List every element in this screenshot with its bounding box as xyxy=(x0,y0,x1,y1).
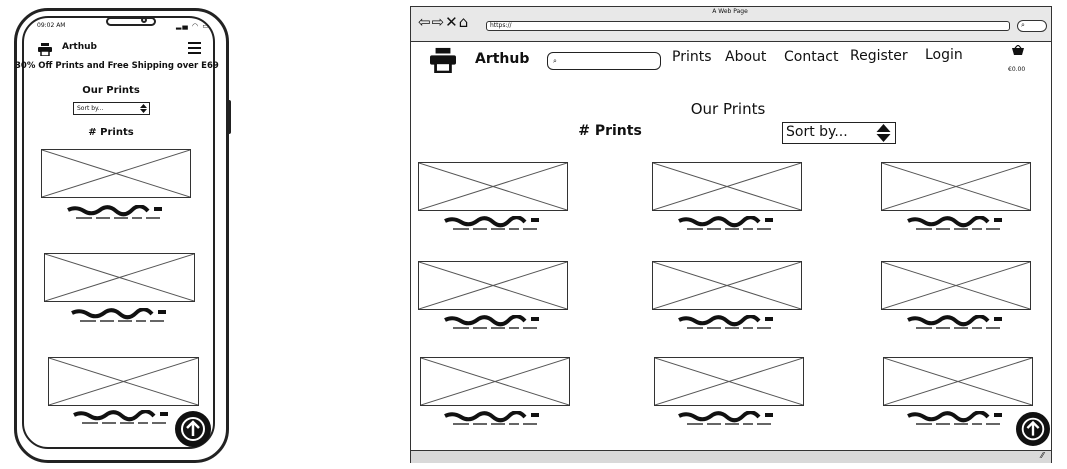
close-icon[interactable]: ✕ xyxy=(445,13,459,31)
product-text-scribble xyxy=(444,216,539,230)
phone-side-button xyxy=(227,100,231,134)
promo-banner: 30% Off Prints and Free Shipping over E6… xyxy=(15,61,219,71)
mobile-brand[interactable]: Arthub xyxy=(62,42,97,52)
product-text-scribble xyxy=(678,411,773,425)
arrow-up-icon xyxy=(181,417,205,441)
search-icon: ⌕ xyxy=(1021,21,1025,29)
arrow-up-icon xyxy=(1021,417,1045,441)
mobile-sort-label: Sort by... xyxy=(77,105,104,112)
home-icon[interactable]: ⌂ xyxy=(459,13,470,31)
scroll-top-button[interactable] xyxy=(1016,412,1050,446)
nav-contact[interactable]: Contact xyxy=(784,49,838,65)
nav-login[interactable]: Login xyxy=(925,47,963,63)
cart-total[interactable]: €0.00 xyxy=(1008,66,1025,73)
product-image[interactable] xyxy=(44,253,195,302)
url-bar[interactable]: https:// xyxy=(486,21,1010,31)
nav-about[interactable]: About xyxy=(725,49,766,65)
product-image[interactable] xyxy=(418,261,568,310)
printer-icon[interactable] xyxy=(430,47,456,77)
mobile-sort-select[interactable]: Sort by... xyxy=(73,102,150,115)
search-icon: ⌕ xyxy=(553,57,557,65)
speaker-notch xyxy=(106,17,156,26)
basket-icon[interactable] xyxy=(1012,44,1024,59)
product-text-scribble xyxy=(73,410,168,424)
product-image[interactable] xyxy=(883,357,1033,406)
mobile-page-title: Our Prints xyxy=(82,85,140,96)
product-text-scribble xyxy=(71,308,166,322)
mobile-print-count: # Prints xyxy=(88,127,134,138)
window-title: A Web Page xyxy=(712,8,748,15)
sort-arrows-icon xyxy=(140,104,147,113)
sort-select[interactable]: Sort by... xyxy=(782,122,896,144)
product-text-scribble xyxy=(444,411,539,425)
product-image[interactable] xyxy=(881,261,1031,310)
printer-icon[interactable] xyxy=(38,41,52,60)
status-icons: ▂▄ ◠ ▭ xyxy=(176,22,210,30)
brand-name[interactable]: Arthub xyxy=(475,51,529,67)
product-image[interactable] xyxy=(652,261,802,310)
sort-arrows-icon xyxy=(876,124,891,142)
browser-nav-buttons[interactable]: ⇦⇨✕⌂ xyxy=(418,15,469,30)
product-image[interactable] xyxy=(881,162,1031,211)
page-title: Our Prints xyxy=(690,100,766,118)
product-text-scribble xyxy=(67,205,162,219)
product-image[interactable] xyxy=(418,162,568,211)
mobile-scroll-top-button[interactable] xyxy=(175,411,211,447)
product-text-scribble xyxy=(907,411,1002,425)
search-input[interactable]: ⌕ xyxy=(547,52,661,70)
product-text-scribble xyxy=(907,216,1002,230)
browser-search-button[interactable]: ⌕ xyxy=(1017,20,1047,32)
browser-status-bar xyxy=(411,450,1051,463)
product-text-scribble xyxy=(678,315,773,329)
camera-dot xyxy=(141,17,147,23)
product-text-scribble xyxy=(678,216,773,230)
nav-register[interactable]: Register xyxy=(850,48,908,64)
product-image[interactable] xyxy=(652,162,802,211)
status-time: 09:02 AM xyxy=(37,22,66,29)
sort-label: Sort by... xyxy=(786,124,848,140)
product-image[interactable] xyxy=(41,149,191,198)
print-count: # Prints xyxy=(578,123,642,139)
forward-icon[interactable]: ⇨ xyxy=(432,13,446,31)
product-image[interactable] xyxy=(420,357,570,406)
nav-prints[interactable]: Prints xyxy=(672,49,712,65)
product-image[interactable] xyxy=(48,357,199,406)
product-text-scribble xyxy=(444,315,539,329)
back-icon[interactable]: ⇦ xyxy=(418,13,432,31)
product-image[interactable] xyxy=(654,357,804,406)
resize-grip-icon[interactable]: ⁄⁄ xyxy=(1041,451,1044,460)
product-text-scribble xyxy=(907,315,1002,329)
hamburger-icon[interactable] xyxy=(188,42,201,57)
